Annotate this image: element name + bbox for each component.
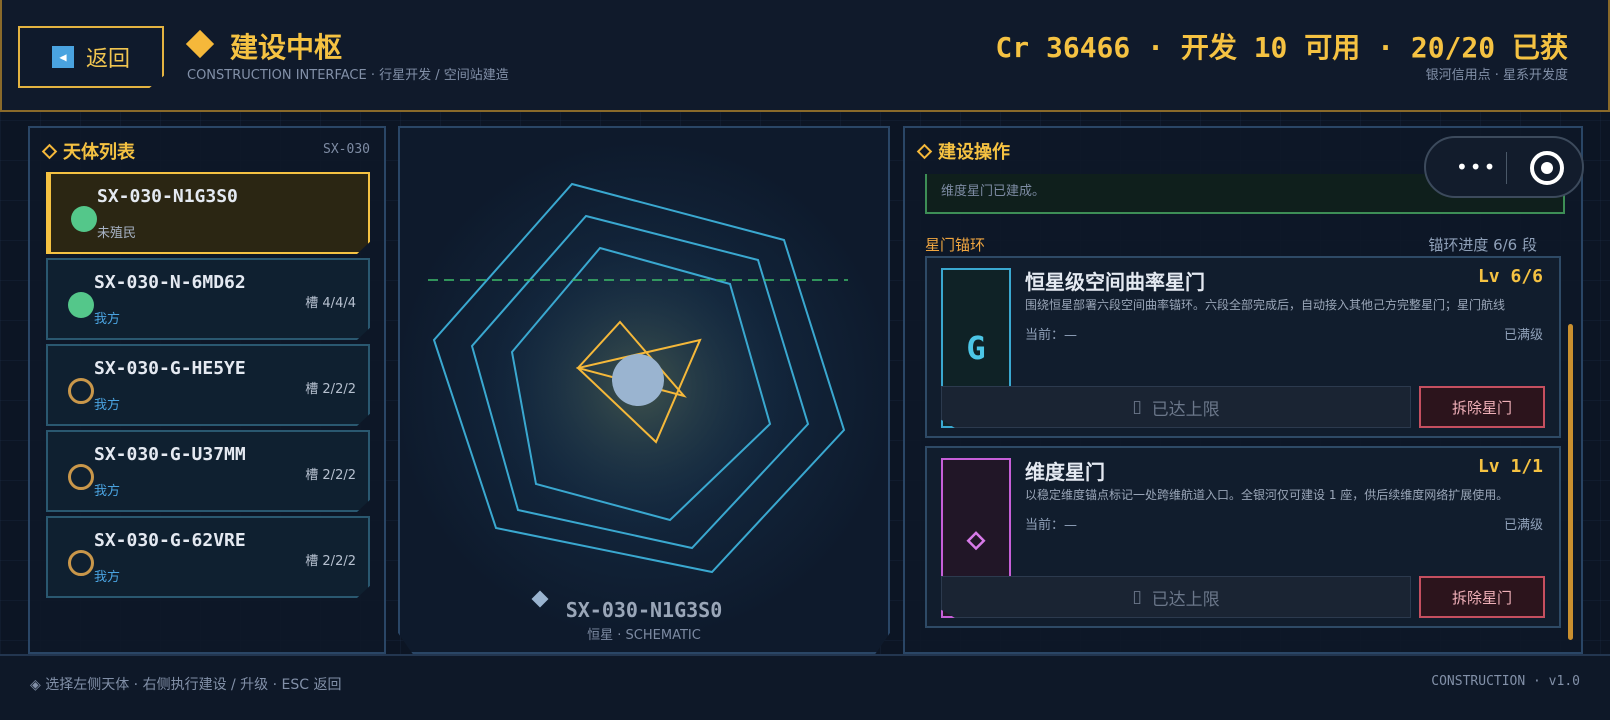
more-icon[interactable]: ••• — [1456, 155, 1497, 179]
planet-filled-icon — [71, 206, 97, 232]
body-status: 我方 — [94, 398, 121, 413]
page-title: 建设中枢 — [230, 31, 343, 64]
remove-gate-button[interactable]: 拆除星门 — [1419, 386, 1545, 428]
body-item-6md62[interactable]: SX-030-N-6MD62 我方 槽 4/4/4 — [46, 258, 370, 340]
body-status: 我方 — [94, 570, 121, 585]
back-arrow-icon: ◀ — [51, 46, 74, 68]
body-name: SX-030-G-U37MM — [94, 444, 246, 465]
close-target-icon[interactable] — [1530, 151, 1564, 185]
operations-header: 建设操作 — [916, 138, 1010, 164]
diamond-icon — [916, 143, 933, 159]
page-subtitle: CONSTRUCTION INTERFACE · 行星开发 / 空间站建造 — [187, 68, 509, 83]
lock-icon: ▯ — [1132, 587, 1142, 607]
gate-current: 当前：— — [1025, 328, 1078, 343]
section-label: 星门锚环 — [925, 236, 986, 254]
gate-name: 维度星门 — [1025, 460, 1105, 484]
resource-subtitle: 银河信用点 · 星系开发度 — [1425, 68, 1568, 83]
body-status: 我方 — [94, 484, 121, 499]
body-status: 我方 — [94, 312, 121, 327]
back-label: 返回 — [85, 47, 130, 72]
body-slots: 槽 2/2/2 — [305, 554, 356, 569]
gate-level: Lv 1/1 — [1477, 456, 1543, 477]
body-name: SX-030-N-6MD62 — [94, 272, 246, 293]
scrollbar[interactable] — [1568, 324, 1573, 640]
capsule-controls: ••• — [1424, 136, 1584, 198]
gate-description: 围绕恒星部署六段空间曲率锚环。六段全部完成后，自动接入其他己方完整星门；星门航线 — [1025, 298, 1506, 312]
title-diamond-icon — [185, 29, 215, 59]
gate-name: 恒星级空间曲率星门 — [1025, 270, 1205, 294]
body-slots: 槽 4/4/4 — [305, 296, 356, 311]
body-list-title: 天体列表 — [63, 142, 135, 163]
star-core — [612, 354, 664, 406]
body-item-n1g3s0[interactable]: SX-030-N1G3S0 未殖民 — [46, 172, 370, 254]
max-level-label: 已达上限 — [1151, 589, 1220, 610]
body-name: SX-030-G-62VRE — [94, 530, 246, 551]
max-level-button[interactable]: ▯ 已达上限 — [941, 386, 1411, 428]
remove-gate-button[interactable]: 拆除星门 — [1419, 576, 1545, 618]
body-status: 未殖民 — [97, 226, 137, 241]
lock-icon: ▯ — [1132, 397, 1142, 417]
body-slots: 槽 2/2/2 — [305, 468, 356, 483]
section-progress: 锚环进度 6/6 段 — [1428, 236, 1537, 254]
planet-ring-icon — [68, 464, 94, 490]
schematic-panel: SX-030-N1G3S0 恒星 · SCHEMATIC — [398, 126, 890, 654]
body-slots: 槽 2/2/2 — [305, 382, 356, 397]
planet-ring-icon — [68, 550, 94, 576]
body-name: SX-030-G-HE5YE — [94, 358, 246, 379]
body-list-header: 天体列表 — [41, 138, 135, 164]
star-schematic — [428, 182, 848, 608]
body-item-62vre[interactable]: SX-030-G-62VRE 我方 槽 2/2/2 — [46, 516, 370, 598]
schematic-name: SX-030-N1G3S0 — [565, 598, 723, 622]
gate-state: 已满级 — [1503, 328, 1543, 343]
gate-level: Lv 6/6 — [1477, 266, 1543, 287]
schematic-subtitle: 恒星 · SCHEMATIC — [587, 628, 701, 643]
system-code: SX-030 — [323, 142, 370, 157]
gate-description: 以稳定维度锚点标记一处跨维航道入口。全银河仅可建设 1 座，供后续维度网络扩展使… — [1025, 488, 1509, 502]
top-bar: ◀ 返回 建设中枢 CONSTRUCTION INTERFACE · 行星开发 … — [0, 0, 1610, 112]
body-name: SX-030-N1G3S0 — [97, 186, 238, 207]
body-item-he5ye[interactable]: SX-030-G-HE5YE 我方 槽 2/2/2 — [46, 344, 370, 426]
gate-card-dimension: ◇ 维度星门 Lv 1/1 以稳定维度锚点标记一处跨维航道入口。全银河仅可建设 … — [925, 446, 1561, 628]
max-level-button[interactable]: ▯ 已达上限 — [941, 576, 1411, 618]
planet-ring-icon — [68, 378, 94, 404]
divider — [1506, 152, 1507, 184]
gate-state: 已满级 — [1503, 518, 1543, 533]
operations-panel: 建设操作 维度星门已建成。 星门锚环 锚环进度 6/6 段 G 恒星级空间曲率星… — [903, 126, 1583, 654]
bottom-bar: ◈ 选择左侧天体 · 右侧执行建设 / 升级 · ESC 返回 CONSTRUC… — [0, 654, 1610, 720]
body-list-panel: 天体列表 SX-030 SX-030-N1G3S0 未殖民 SX-030-N-6… — [28, 126, 386, 654]
planet-filled-icon — [68, 292, 94, 318]
status-message-text: 维度星门已建成。 — [941, 184, 1046, 199]
back-button[interactable]: ◀ 返回 — [18, 26, 164, 88]
diamond-icon — [41, 143, 58, 159]
operations-title: 建设操作 — [938, 142, 1010, 163]
max-level-label: 已达上限 — [1151, 399, 1220, 420]
help-hint: ◈ 选择左侧天体 · 右侧执行建设 / 升级 · ESC 返回 — [30, 677, 342, 693]
gate-current: 当前：— — [1025, 518, 1078, 533]
version-label: CONSTRUCTION · v1.0 — [1431, 674, 1580, 689]
gate-card-curvature: G 恒星级空间曲率星门 Lv 6/6 围绕恒星部署六段空间曲率锚环。六段全部完成… — [925, 256, 1561, 438]
resource-readout: Cr 36466 · 开发 10 可用 · 20/20 已获 — [995, 31, 1568, 64]
body-item-u37mm[interactable]: SX-030-G-U37MM 我方 槽 2/2/2 — [46, 430, 370, 512]
